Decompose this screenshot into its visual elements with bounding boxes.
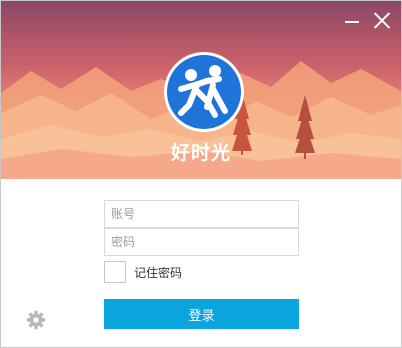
login-window: 好时光 记住密码 登录 [0, 0, 402, 348]
account-field[interactable] [104, 200, 299, 228]
remember-password-label: 记住密码 [134, 265, 183, 280]
app-name: 好时光 [170, 142, 231, 164]
logo-figures-icon [167, 55, 241, 129]
gear-icon[interactable] [26, 310, 46, 330]
app-logo [164, 52, 244, 132]
login-button[interactable]: 登录 [104, 299, 299, 329]
remember-password-checkbox[interactable] [104, 261, 126, 283]
password-input[interactable] [105, 229, 298, 255]
window-controls [343, 11, 391, 29]
remember-password-row: 记住密码 [104, 261, 182, 283]
close-icon[interactable] [373, 11, 391, 29]
password-field[interactable] [104, 228, 299, 256]
header-banner: 好时光 [1, 1, 401, 179]
minimize-icon[interactable] [343, 11, 361, 29]
account-input[interactable] [105, 201, 298, 227]
